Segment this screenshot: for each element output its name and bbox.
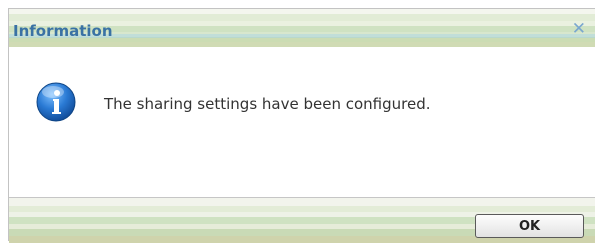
dialog-titlebar[interactable]: Information ✕ — [9, 9, 595, 47]
dialog-message: The sharing settings have been configure… — [104, 95, 431, 113]
dialog-title: Information — [13, 22, 113, 40]
close-icon[interactable]: ✕ — [572, 20, 586, 38]
dialog-body: The sharing settings have been configure… — [9, 47, 595, 197]
dialog-footer: OK — [9, 197, 595, 243]
information-dialog: Information ✕ The sharing settings have … — [8, 8, 595, 243]
info-icon — [36, 82, 76, 122]
ok-button[interactable]: OK — [475, 214, 584, 238]
